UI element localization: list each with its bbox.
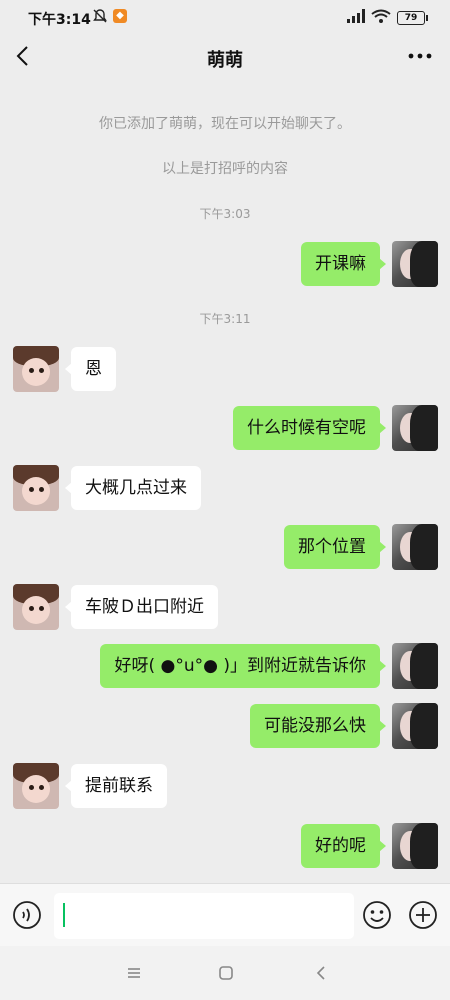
- more-dots-icon[interactable]: [408, 48, 432, 64]
- app-notification-icon: ◆: [113, 9, 127, 23]
- message-bubble-sent[interactable]: 可能没那么快: [250, 704, 386, 748]
- system-notice: 你已添加了萌萌，现在可以开始聊天了。: [99, 116, 351, 132]
- system-nav-bar: [0, 946, 450, 1000]
- status-time: 下午3:14: [28, 12, 91, 28]
- message-bubble-sent[interactable]: 开课嘛: [301, 242, 386, 286]
- text-caret: [63, 903, 65, 927]
- battery-indicator: 79: [397, 11, 428, 25]
- contact-avatar[interactable]: [13, 584, 59, 630]
- message-bubble-received[interactable]: 大概几点过来: [65, 466, 201, 510]
- status-bar: 下午3:14 ◆ 79: [0, 0, 450, 34]
- bell-off-icon: [93, 9, 107, 23]
- message-bubble-sent[interactable]: 什么时候有空呢: [233, 406, 386, 450]
- message-input[interactable]: [54, 893, 354, 939]
- voice-icon[interactable]: [12, 900, 42, 930]
- chat-header: 萌萌: [0, 34, 450, 80]
- message-input-bar: [0, 883, 450, 946]
- timestamp: 下午3:11: [199, 312, 251, 326]
- contact-avatar[interactable]: [13, 465, 59, 511]
- message-bubble-received[interactable]: 车陂Ｄ出口附近: [65, 585, 218, 629]
- back-nav-icon[interactable]: [312, 964, 330, 982]
- greeting-notice: 以上是打招呼的内容: [162, 161, 288, 177]
- contact-avatar[interactable]: [13, 346, 59, 392]
- contact-avatar[interactable]: [13, 763, 59, 809]
- my-avatar[interactable]: [392, 241, 438, 287]
- chat-title: 萌萌: [207, 50, 243, 71]
- message-bubble-received[interactable]: 恩: [65, 347, 116, 391]
- message-bubble-received[interactable]: 提前联系: [65, 764, 167, 808]
- my-avatar[interactable]: [392, 405, 438, 451]
- my-avatar[interactable]: [392, 823, 438, 869]
- home-icon[interactable]: [217, 964, 235, 982]
- timestamp: 下午3:03: [199, 207, 251, 221]
- message-bubble-sent[interactable]: 好呀( ●°u°● )」到附近就告诉你: [100, 644, 386, 688]
- wifi-icon: [371, 9, 391, 23]
- my-avatar[interactable]: [392, 703, 438, 749]
- emoji-icon[interactable]: [362, 900, 392, 930]
- message-bubble-sent[interactable]: 好的呢: [301, 824, 386, 868]
- plus-circle-icon[interactable]: [408, 900, 438, 930]
- menu-icon[interactable]: [125, 964, 143, 982]
- my-avatar[interactable]: [392, 643, 438, 689]
- signal-icon: [347, 9, 365, 23]
- chat-screen: 下午3:14 ◆ 79 萌萌 你已添加了萌萌，现在可以开始聊天了。 以上是打招呼…: [0, 0, 450, 1000]
- message-bubble-sent[interactable]: 那个位置: [284, 525, 386, 569]
- my-avatar[interactable]: [392, 524, 438, 570]
